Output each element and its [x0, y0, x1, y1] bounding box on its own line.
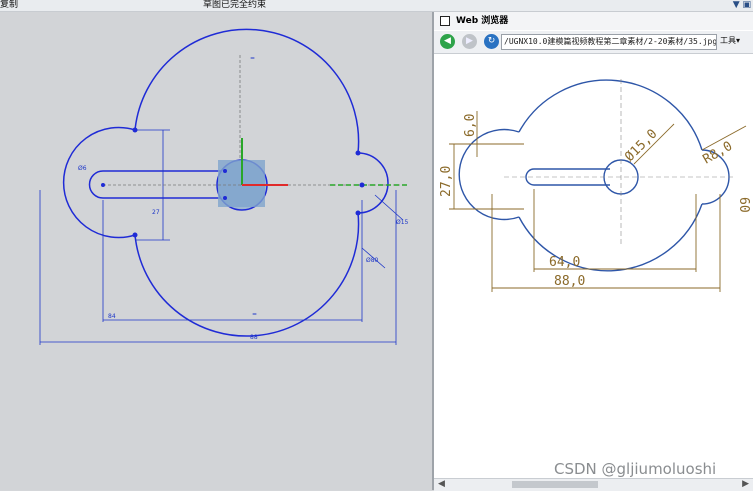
- drawing-dim-150: Ø15,0: [622, 127, 660, 165]
- dim-d88: 88: [250, 334, 258, 341]
- sketch-slot: [88, 170, 225, 199]
- drawing-dim-60r: 60: [736, 197, 751, 213]
- dim-d15: Ø15: [396, 219, 409, 226]
- web-browser-panel: Web 浏览器 ◀ ▶ ↻ /UGNX10.0建模篇视频教程第二章素材/2-20…: [434, 12, 753, 491]
- scroll-thumb[interactable]: [512, 481, 598, 488]
- dim-eq-bottom: =: [252, 311, 257, 318]
- drawing-dim-r80: R8,0: [701, 139, 736, 168]
- watermark-text: CSDN @gljiumoluoshi: [554, 460, 717, 478]
- drawing-dim-60: 6,0: [463, 114, 478, 137]
- browser-title-bar: Web 浏览器: [434, 12, 753, 30]
- dim-d80: Ø80: [366, 257, 379, 264]
- scroll-right-icon[interactable]: ▶: [742, 479, 749, 489]
- forward-icon[interactable]: ▶: [462, 34, 477, 49]
- dim-eq-top: =: [250, 55, 255, 62]
- window-control-icons[interactable]: ▼ ▣: [733, 0, 751, 11]
- browser-content: 6,0 27,0 Ø15,0 R8,0 64,0 88,0 60: [434, 54, 753, 480]
- reference-drawing: 6,0 27,0 Ø15,0 R8,0 64,0 88,0 60: [439, 79, 751, 292]
- drawing-dim-270: 27,0: [439, 166, 454, 197]
- drawing-dim-880: 88,0: [554, 274, 585, 289]
- horizontal-scrollbar[interactable]: ◀ ▶: [434, 478, 753, 491]
- sketch-status: 草图已完全约束: [203, 0, 267, 10]
- tools-label: 工具: [720, 36, 736, 45]
- drawing-dim-640: 64,0: [549, 255, 580, 270]
- browser-title: Web 浏览器: [456, 16, 509, 26]
- chevron-down-icon: ▾: [736, 36, 741, 45]
- back-icon[interactable]: ◀: [440, 34, 455, 49]
- dim-d27: 27: [152, 209, 160, 216]
- browser-nav-bar: ◀ ▶ ↻ /UGNX10.0建模篇视频教程第二章素材/2-20素材/35.jp…: [434, 31, 753, 54]
- sketch-canvas[interactable]: Ø6 27 Ø15 Ø80 84 88 = =: [0, 12, 432, 490]
- dim-d84: 84: [108, 313, 116, 320]
- address-input[interactable]: /UGNX10.0建模篇视频教程第二章素材/2-20素材/35.jpg: [501, 34, 717, 50]
- dim-d6: Ø6: [78, 165, 87, 172]
- window-icon: [440, 16, 450, 26]
- scroll-left-icon[interactable]: ◀: [438, 479, 445, 489]
- top-toolbar: 复制 草图已完全约束 ▼ ▣: [0, 0, 753, 12]
- refresh-icon[interactable]: ↻: [484, 34, 499, 49]
- tools-menu[interactable]: 工具▾: [720, 35, 740, 46]
- copy-label[interactable]: 复制: [0, 0, 18, 11]
